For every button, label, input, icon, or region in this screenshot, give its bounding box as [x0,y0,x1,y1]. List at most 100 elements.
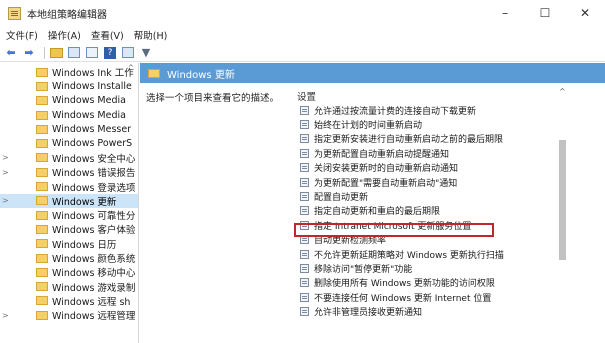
policy-tree[interactable]: Windows Ink 工作 Windows Installe Windows Me… [0,63,139,343]
tree-item[interactable]: Windows Messer [0,122,138,136]
tree-item-label: Windows 安全中心 [52,153,136,165]
tree-item-label: Windows Ink 工作 [52,68,134,80]
tree-scroll-up-icon[interactable]: ^ [128,64,134,72]
menu-action[interactable]: 操作(A) [48,28,81,42]
policy-setting-item[interactable]: 为更新配置"需要自动重新启动"通知 [300,175,457,189]
back-arrow-icon[interactable]: ⬅ [4,46,18,60]
policy-setting-icon [300,134,309,144]
policy-setting-label: 不允许更新延期策略对 Windows 更新执行扫描 [314,250,504,261]
tree-item[interactable]: Windows 客户体验 [0,222,138,237]
scroll-up-icon[interactable]: ^ [559,87,566,96]
folder-icon [36,96,48,106]
export-list-icon[interactable] [85,46,99,60]
policy-setting-icon [300,177,309,187]
pane-header-title: Windows 更新 [167,69,235,81]
expand-chevron-icon[interactable]: > [0,153,36,162]
tree-item-label: Windows 可靠性分 [52,211,136,223]
folder-icon [36,239,48,249]
tree-item[interactable]: Windows 可靠性分 [0,208,138,223]
expand-chevron-icon[interactable]: > [0,168,36,177]
tree-item-label: Windows 游戏录制 [52,282,136,294]
menu-file[interactable]: 文件(F) [6,28,38,42]
policy-setting-item[interactable]: 删除使用所有 Windows 更新功能的访问权限 [300,276,495,290]
tree-item[interactable]: > Windows 远程管理 [0,308,138,323]
tree-item-label: Windows 颜色系统 [52,254,136,266]
policy-setting-icon [300,307,309,317]
tree-item[interactable]: Windows PowerS [0,137,138,151]
tree-item[interactable]: Windows Ink 工作 [0,65,138,80]
folder-icon [36,224,48,234]
policy-setting-item[interactable]: 关闭安装更新时的自动重新启动通知 [300,161,458,175]
tree-item[interactable]: Windows 登录选项 [0,179,138,194]
folder-icon [36,139,48,149]
window-controls: – ☐ ✕ [485,0,605,26]
tree-item-label: Windows PowerS [52,138,133,150]
policy-setting-item[interactable]: 不要连接任何 Windows 更新 Internet 位置 [300,290,491,304]
tree-item[interactable]: Windows 颜色系统 [0,251,138,266]
policy-setting-label: 为更新配置"需要自动重新启动"通知 [314,178,458,189]
policy-setting-item[interactable]: 不允许更新延期策略对 Windows 更新执行扫描 [300,247,504,261]
policy-setting-item[interactable]: 允许通过按流量计费的连接自动下载更新 [300,103,476,117]
tree-item[interactable]: Windows 远程 sh [0,294,138,308]
expand-chevron-icon[interactable]: > [0,311,36,320]
column-header-settings[interactable]: 设置 [297,89,316,103]
properties-icon[interactable] [121,46,135,60]
scrollbar-thumb[interactable] [559,140,566,260]
tree-item-label: Windows 移动中心 [52,268,136,280]
forward-arrow-icon[interactable]: ➡ [22,46,36,60]
policy-setting-item[interactable]: 指定自动更新和重启的最后期限 [300,204,440,218]
minimize-button[interactable]: – [485,0,525,26]
settings-scrollbar[interactable]: ^ [557,82,569,343]
policy-setting-item[interactable]: 配置自动更新 [300,189,368,203]
tree-item[interactable]: Windows 日历 [0,237,138,251]
menu-view[interactable]: 查看(V) [91,28,124,42]
show-hide-tree-icon[interactable] [67,46,81,60]
policy-setting-item[interactable]: 指定更新安装进行自动重新启动之前的最后期限 [300,132,503,146]
policy-editor-icon [8,6,21,20]
folder-icon [36,310,48,320]
maximize-button[interactable]: ☐ [525,0,565,26]
tree-item[interactable]: > Windows 安全中心 [0,151,138,165]
policy-setting-icon [300,163,309,173]
folder-icon [36,253,48,263]
tree-item-label: Windows Installe [52,80,132,92]
toolbar-separator [44,46,45,59]
details-pane: Windows 更新 选择一个项目来查看它的描述。 设置 允许通过按流量计费的连… [140,63,605,343]
tree-item-label: Windows 远程管理 [52,311,136,323]
toolbar: ⬅ ➡ ? ▼ [0,44,605,62]
policy-setting-item[interactable]: 始终在计划的时间重新启动 [300,117,422,131]
tree-item[interactable]: Windows Installe [0,79,138,93]
folder-icon [36,267,48,277]
policy-setting-icon [300,249,309,259]
policy-setting-item[interactable]: 允许非管理员接收更新通知 [300,305,422,319]
help-icon[interactable]: ? [103,46,117,60]
tree-item-label: Windows 远程 sh [52,296,131,308]
policy-setting-label: 允许非管理员接收更新通知 [314,308,423,319]
menu-help[interactable]: 帮助(H) [134,28,168,42]
expand-chevron-icon[interactable]: > [0,196,36,205]
policy-setting-item[interactable]: 为更新配置自动重新启动提醒通知 [300,146,449,160]
folder-icon [36,182,48,192]
tree-item[interactable]: Windows 游戏录制 [0,280,138,294]
tree-item[interactable]: Windows Media [0,108,138,122]
up-folder-icon[interactable] [49,46,63,60]
filter-icon[interactable]: ▼ [139,46,153,60]
policy-setting-label: 不要连接任何 Windows 更新 Internet 位置 [314,293,492,304]
policy-setting-icon [300,148,309,158]
window-title: 本地组策略编辑器 [27,9,107,21]
policy-setting-label: 指定更新安装进行自动重新启动之前的最后期限 [314,135,504,146]
menu-bar: 文件(F) 操作(A) 查看(V) 帮助(H) [0,26,605,44]
tree-item[interactable]: Windows Media [0,94,138,108]
tree-item-label: Windows 日历 [52,239,117,251]
tree-item-label: Windows Media [52,109,126,121]
close-button[interactable]: ✕ [565,0,605,26]
policy-setting-item[interactable]: 移除访问"暂停更新"功能 [300,261,412,275]
tree-item[interactable]: > Windows 更新 [0,193,138,208]
folder-icon [36,296,48,306]
policy-setting-icon [300,105,309,115]
tree-item[interactable]: Windows 移动中心 [0,265,138,280]
policy-setting-label: 配置自动更新 [314,192,369,203]
tree-item-label: Windows 错误报告 [52,168,136,180]
tree-item[interactable]: > Windows 错误报告 [0,165,138,180]
tree-item-label: Windows 客户体验 [52,225,136,237]
